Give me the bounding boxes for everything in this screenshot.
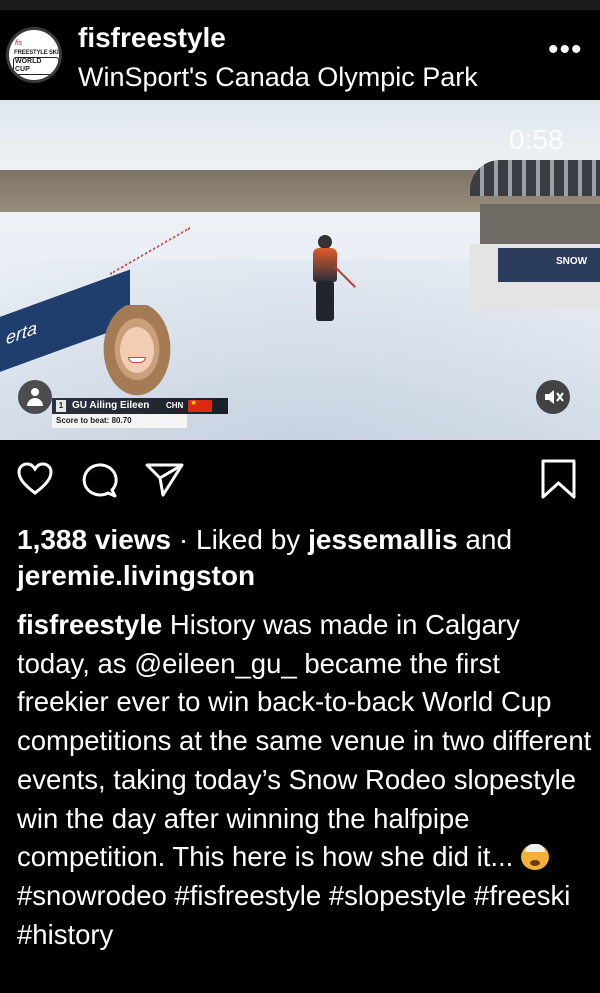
banner-left-text: erta <box>6 317 38 349</box>
liked-user-link[interactable]: jessemallis <box>308 524 457 555</box>
bookmark-svg <box>541 459 576 499</box>
username-link[interactable]: fisfreestyle <box>78 22 226 54</box>
avatar-line1: FREESTYLE SKI <box>14 50 59 56</box>
video-timer: 0:58 <box>509 124 564 155</box>
china-flag-icon <box>188 398 212 412</box>
athlete-photo <box>98 305 176 403</box>
video-skier <box>310 235 356 335</box>
caption-author-link[interactable]: fisfreestyle <box>17 609 162 640</box>
comment-svg <box>82 463 118 498</box>
video-player[interactable]: erta SNOW 0:58 <box>0 100 600 440</box>
user-icon-body <box>27 398 43 406</box>
building-roof <box>470 160 600 196</box>
athlete-rank: 1 <box>56 400 66 412</box>
athlete-country: CHN <box>166 401 184 410</box>
user-icon-head <box>31 388 39 396</box>
avatar-line2: WORLD CUP <box>13 57 59 75</box>
more-options-icon[interactable]: ••• <box>548 35 583 65</box>
caption-text: History was made in Calgary today, as @e… <box>17 609 592 873</box>
score-to-beat-label: Score to beat: 80.70 <box>56 416 132 425</box>
liked-and: and <box>457 524 513 555</box>
status-strip <box>0 0 600 10</box>
athlete-name-bar: 1 GU Ailing Eileen CHN <box>52 398 228 414</box>
skier-helmet <box>318 235 332 249</box>
send-icon[interactable] <box>145 462 185 503</box>
skier-legs <box>316 281 334 321</box>
avatar-brand: fis <box>15 40 22 47</box>
post-actions <box>0 450 600 510</box>
avatar[interactable]: fis FREESTYLE SKI WORLD CUP <box>6 27 62 83</box>
post-header: fis FREESTYLE SKI WORLD CUP fisfreestyle… <box>0 10 600 100</box>
speaker-muted-svg <box>545 390 564 404</box>
location-link[interactable]: WinSport's Canada Olympic Park <box>78 62 478 93</box>
banner-right-text: SNOW <box>556 256 588 267</box>
liked-user-link[interactable]: jeremie.livingston <box>17 560 255 591</box>
post-stats: 1,388 views · Liked by jessemallis and je… <box>17 522 592 594</box>
score-to-beat-bar: Score to beat: 80.70 <box>52 414 187 428</box>
athlete-face <box>120 327 154 373</box>
exploding-head-emoji-icon <box>520 844 549 871</box>
caption-hashtags[interactable]: #snowrodeo #fisfreestyle #slopestyle #fr… <box>17 880 570 950</box>
comment-icon[interactable] <box>80 462 118 503</box>
send-svg <box>145 463 184 497</box>
views-count[interactable]: 1,388 views <box>17 524 171 555</box>
liked-by-prefix: Liked by <box>196 524 309 555</box>
speaker-muted-icon[interactable] <box>536 380 570 414</box>
user-icon[interactable] <box>18 380 52 414</box>
bookmark-icon[interactable] <box>540 458 578 505</box>
video-banner-right: SNOW <box>498 248 600 282</box>
post-caption: fisfreestyle History was made in Calgary… <box>17 606 592 954</box>
building-body <box>480 204 600 244</box>
video-building <box>470 160 600 310</box>
heart-svg <box>17 462 53 495</box>
heart-icon[interactable] <box>17 462 53 501</box>
athlete-name: GU Ailing Eileen <box>72 400 150 411</box>
stats-separator: · <box>171 524 197 555</box>
